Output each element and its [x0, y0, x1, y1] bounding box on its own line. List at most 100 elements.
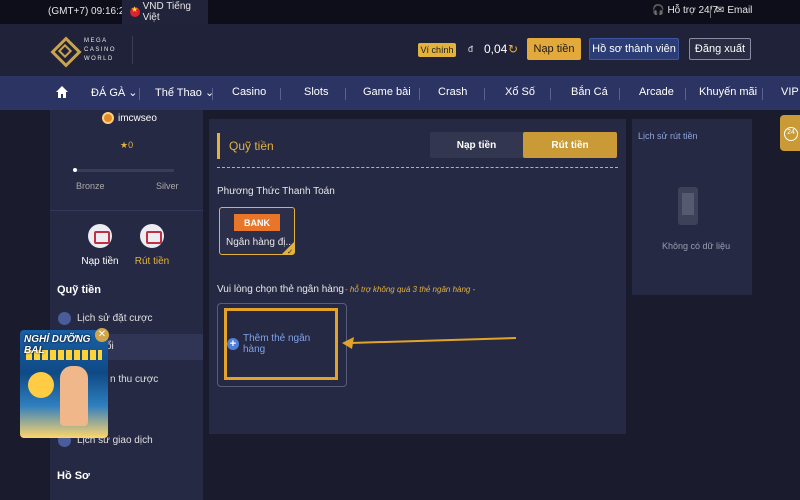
nav-separator: [280, 88, 281, 100]
nav-item-arcade[interactable]: Arcade: [639, 86, 674, 98]
nav-separator: [419, 88, 420, 100]
history-icon: [58, 312, 71, 325]
logo-line-3: WORLD: [84, 55, 114, 62]
add-bank-card-button[interactable]: + Thêm thẻ ngân hàng: [224, 308, 338, 380]
nav-item-slots[interactable]: Slots: [304, 86, 328, 98]
logo-diamond-icon: [50, 36, 78, 64]
nav-item-fishing[interactable]: Bắn Cá: [571, 86, 608, 98]
nav-separator: [484, 88, 485, 100]
withdraw-icon: [140, 224, 164, 248]
nav-item-lottery[interactable]: Xổ Số: [505, 86, 535, 98]
logo-line-1: MEGA: [84, 37, 108, 44]
header: MEGA CASINO WORLD: [0, 24, 800, 76]
sidebar-link-label: n thu cược: [110, 374, 159, 385]
home-icon[interactable]: [55, 85, 69, 99]
nav-separator: [550, 88, 551, 100]
sidebar-section-funds: Quỹ tiền: [57, 284, 102, 296]
profile-button[interactable]: Hồ sơ thành viên: [589, 38, 679, 60]
promo-sun-icon: [28, 372, 54, 398]
nav-item-vip[interactable]: VIP: [781, 86, 799, 98]
email-label: Email: [727, 5, 753, 16]
payment-method-bank[interactable]: BANK Ngân hàng đị... ✓: [219, 207, 295, 256]
support-24-icon[interactable]: [780, 115, 800, 151]
nav-separator: [345, 88, 346, 100]
panel-title: Quỹ tiền: [217, 133, 274, 159]
sidebar-withdraw-action[interactable]: Rút tiền: [127, 224, 177, 267]
nav-label: Thể Thao: [155, 87, 202, 99]
sidebar-link-bet-history[interactable]: Lịch sử đặt cược: [58, 312, 153, 325]
wallet-icon: [88, 224, 112, 248]
history-title: Lịch sử rút tiền: [638, 131, 698, 141]
withdraw-history-panel: Lịch sử rút tiền Không có dữ liệu: [632, 119, 752, 295]
level-from: Bronze: [76, 181, 105, 191]
card-limit-note: - hỗ trợ không quá 3 thẻ ngân hàng -: [345, 285, 476, 294]
logo-text: MEGA CASINO WORLD: [84, 37, 116, 64]
plus-icon: +: [227, 338, 239, 350]
add-card-container: + Thêm thẻ ngân hàng: [217, 303, 347, 387]
wallet-label: Ví chính: [418, 43, 456, 57]
support-link[interactable]: 🎧 Hỗ trợ 24/7: [652, 5, 718, 16]
bank-logo-icon: BANK: [234, 214, 280, 231]
bank-logo-label: BANK: [244, 217, 270, 228]
payment-method-title: Phương Thức Thanh Toán: [217, 186, 335, 197]
fund-tabs: Nạp tiền Rút tiền: [430, 132, 617, 158]
sidebar-link-rebate[interactable]: n thu cược: [110, 374, 158, 385]
sidebar-withdraw-label: Rút tiền: [134, 256, 170, 267]
nav-item-casino[interactable]: Casino: [232, 86, 266, 98]
deposit-button[interactable]: Nạp tiền: [527, 38, 581, 60]
site-logo[interactable]: MEGA CASINO WORLD: [50, 30, 130, 70]
account-sidebar: imcwseo ★0 Bronze Silver Nạp tiền Rút ti…: [50, 110, 203, 500]
language-selector[interactable]: VND Tiếng Việt: [122, 0, 208, 24]
sidebar-section-profile: Hồ Sơ: [57, 470, 90, 482]
promo-popup[interactable]: NGHỈ DƯỠNG BAL ✕: [20, 328, 109, 438]
nav-item-promotions[interactable]: Khuyến mãi: [699, 86, 757, 98]
chevron-down-icon: ⌄: [128, 87, 138, 99]
logo-separator: [132, 36, 133, 64]
level-progress-dot: [73, 168, 77, 172]
nav-separator: [762, 88, 763, 100]
promo-figure: [60, 366, 88, 426]
nav-label: ĐÁ GÀ: [91, 87, 126, 99]
choose-card-title: Vui lòng chọn thẻ ngân hàng: [217, 284, 344, 295]
vietnam-flag-icon: [130, 5, 140, 17]
level-to: Silver: [156, 181, 179, 191]
refresh-icon[interactable]: ↻: [508, 42, 518, 56]
sidebar-deposit-label: Nạp tiền: [81, 256, 119, 267]
wallet-currency: đ: [468, 44, 474, 54]
empty-clipboard-icon: [678, 187, 698, 225]
avatar: [102, 112, 114, 124]
nav-separator: [212, 88, 213, 100]
level-progress-bar: [73, 168, 174, 172]
withdraw-panel: Quỹ tiền Nạp tiền Rút tiền Phương Thức T…: [209, 119, 626, 434]
wallet-balance: 0,04: [484, 42, 508, 56]
username: imcwseo: [118, 112, 157, 124]
clock: (GMT+7) 09:16:28: [48, 6, 130, 17]
tab-deposit[interactable]: Nạp tiền: [430, 132, 523, 158]
nav-item-crash[interactable]: Crash: [438, 86, 467, 98]
nav-separator: [139, 88, 140, 100]
close-icon[interactable]: ✕: [95, 328, 109, 342]
empty-state: Không có dữ liệu: [662, 241, 731, 251]
sidebar-divider: [50, 210, 203, 211]
user-info: imcwseo: [102, 112, 157, 124]
check-icon: ✓: [287, 249, 293, 256]
envelope-icon: ✉: [716, 5, 725, 16]
topbar-divider: [710, 6, 711, 18]
nav-item-da-ga[interactable]: ĐÁ GÀ ⌄: [91, 86, 138, 99]
panel-divider: [217, 167, 618, 168]
top-bar: (GMT+7) 09:16:28 VND Tiếng Việt 🎧 Hỗ trợ…: [0, 0, 800, 24]
nav-separator: [619, 88, 620, 100]
annotation-arrow: [342, 337, 517, 349]
headset-icon: 🎧: [652, 5, 665, 16]
email-link[interactable]: ✉ Email: [716, 5, 752, 16]
sidebar-link-label: Lịch sử đặt cược: [77, 313, 153, 324]
main-nav: ĐÁ GÀ ⌄ Thể Thao ⌄ Casino Slots Game bài…: [0, 76, 800, 110]
nav-item-card-games[interactable]: Game bài: [363, 86, 411, 98]
sidebar-deposit-action[interactable]: Nạp tiền: [75, 224, 125, 267]
tab-withdraw[interactable]: Rút tiền: [523, 132, 617, 158]
nav-separator: [685, 88, 686, 100]
logout-button[interactable]: Đăng xuất: [689, 38, 751, 60]
nav-item-sports[interactable]: Thể Thao ⌄: [155, 86, 214, 99]
add-card-label: Thêm thẻ ngân hàng: [242, 333, 311, 355]
logo-line-2: CASINO: [84, 46, 117, 53]
